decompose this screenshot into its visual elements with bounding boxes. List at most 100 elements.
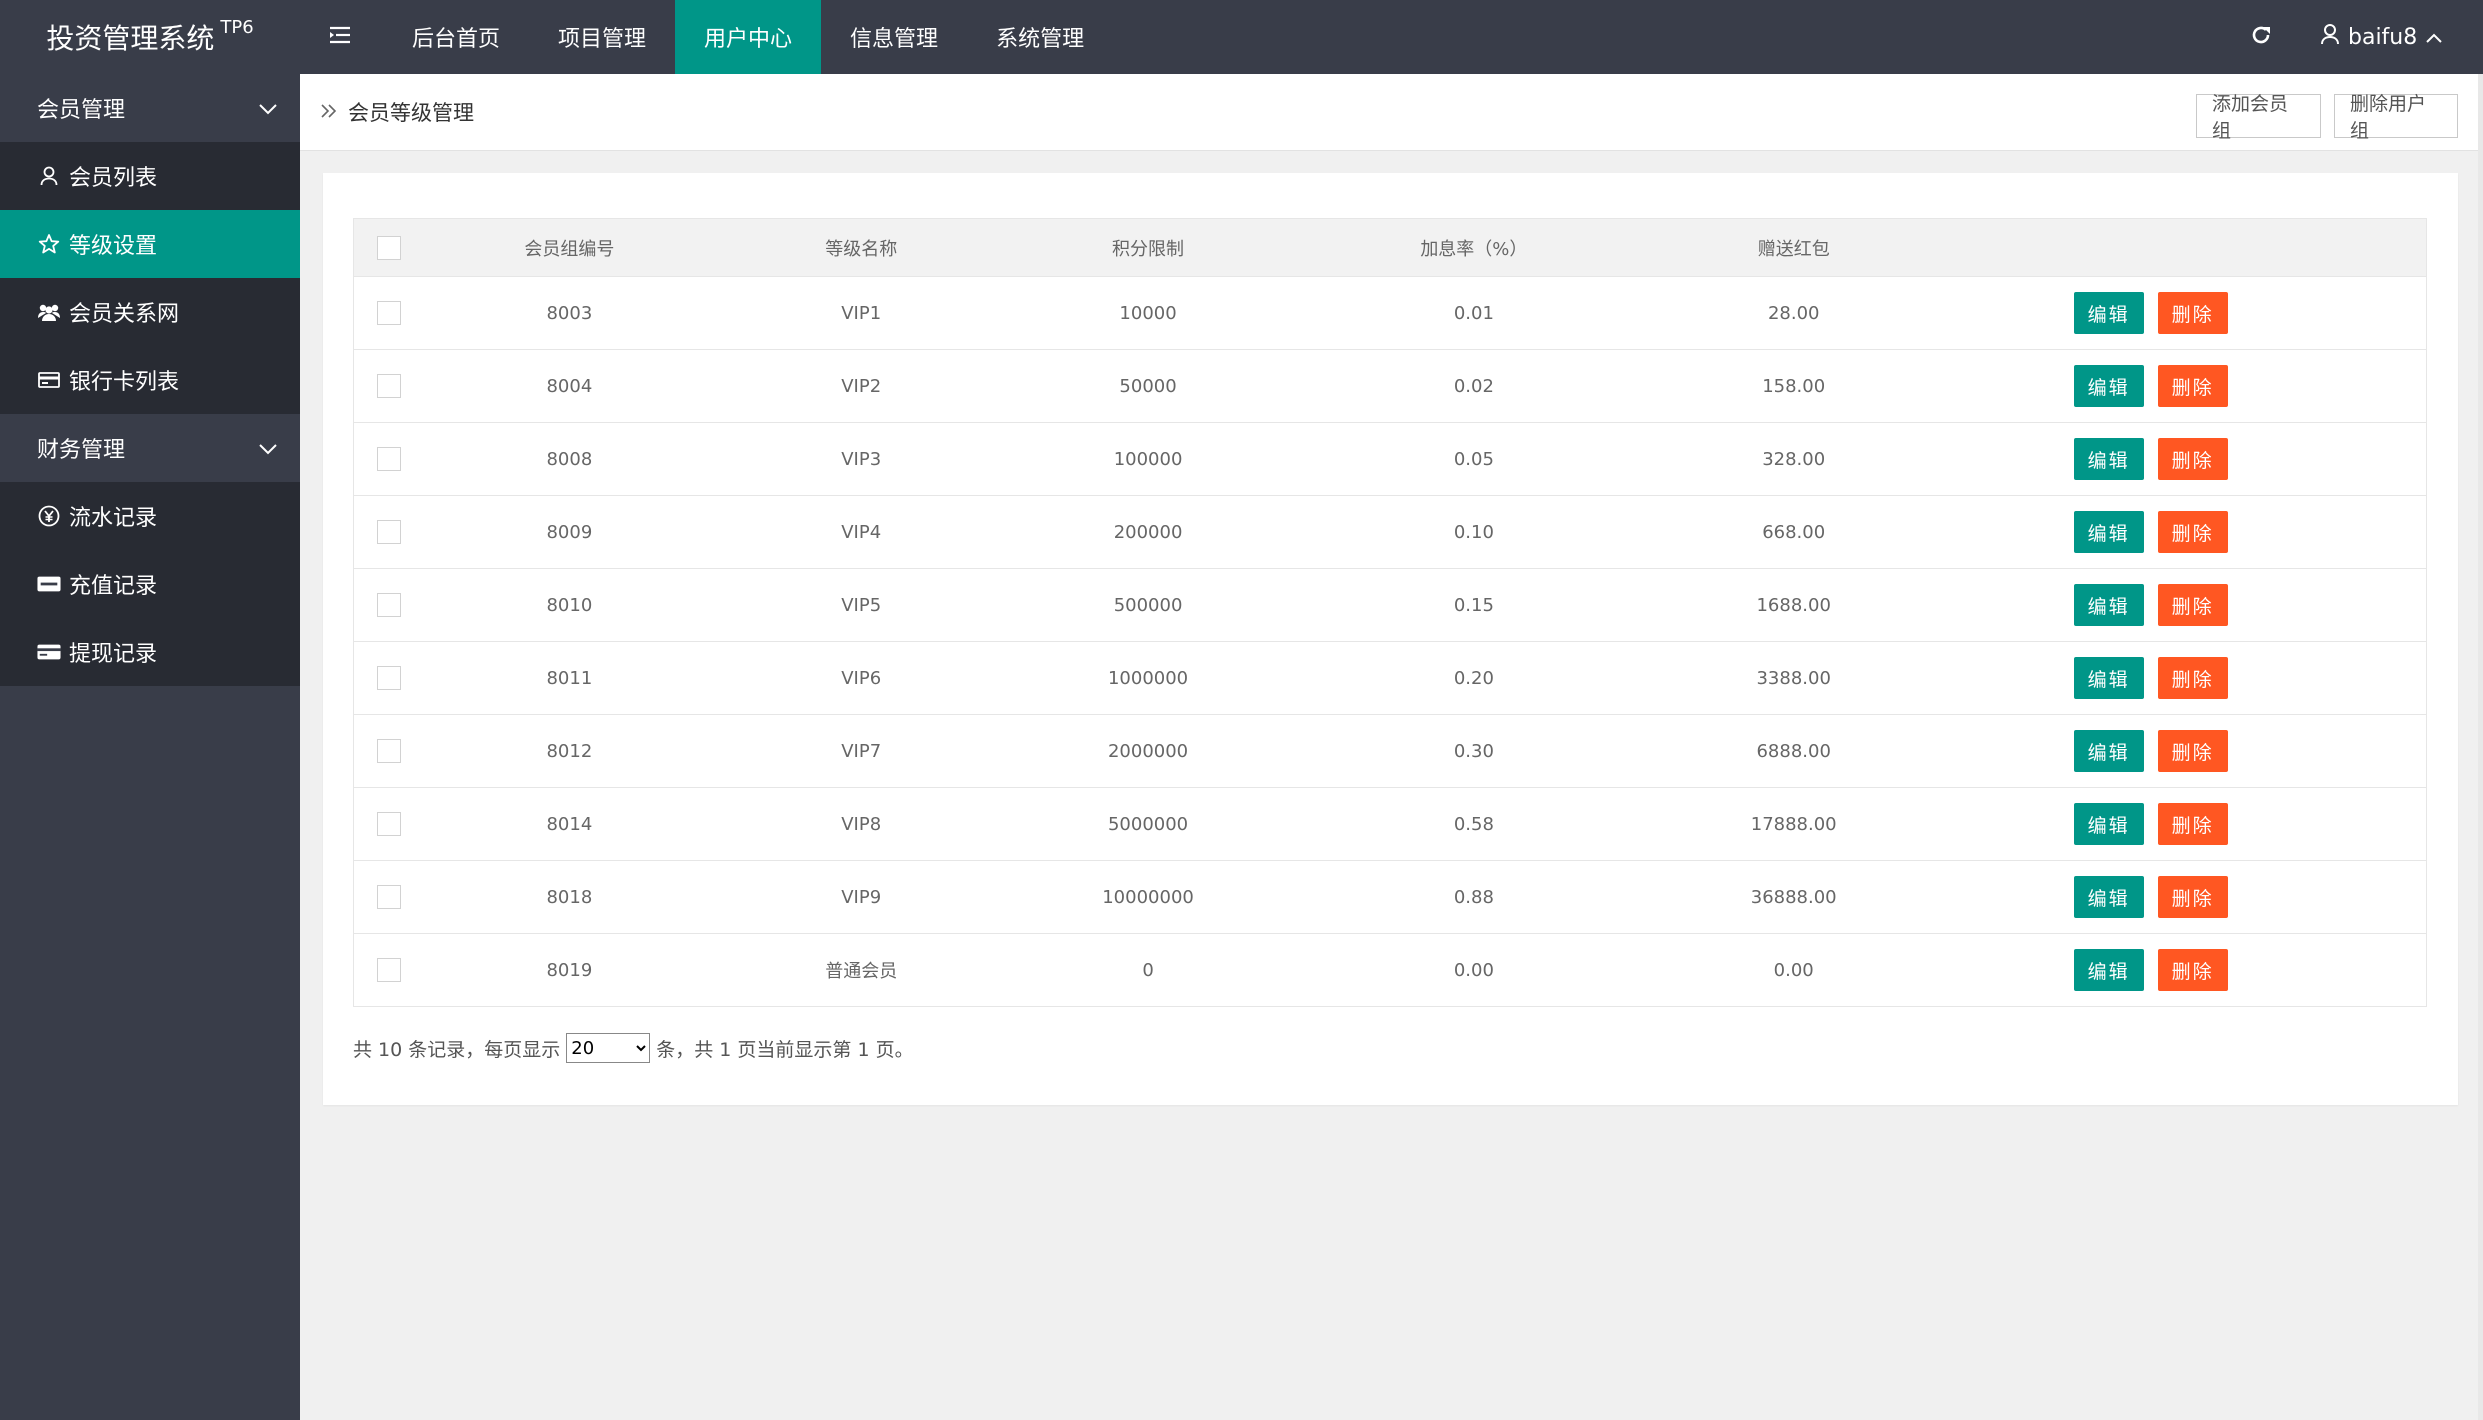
table-row: 8008 VIP3 100000 0.05 328.00 编辑 删除 [353, 422, 2427, 496]
edit-button[interactable]: 编辑 [2073, 730, 2144, 772]
chevron-down-icon [258, 436, 278, 461]
edit-button[interactable]: 编辑 [2073, 511, 2144, 553]
row-checkbox[interactable] [376, 447, 401, 471]
nav-item-system[interactable]: 系统管理 [967, 0, 1113, 74]
refresh-button[interactable] [2230, 0, 2292, 74]
delete-button[interactable]: 删除 [2157, 876, 2228, 918]
sidebar-item-recharges[interactable]: 充值记录 [0, 550, 300, 618]
bonus-cell: 668.00 [1658, 495, 1929, 569]
add-member-group-button[interactable]: 添加会员组 [2196, 93, 2321, 142]
interest-rate-cell: 0.20 [1288, 641, 1659, 715]
points-limit-cell: 0 [1007, 933, 1289, 1007]
row-checkbox[interactable] [376, 812, 401, 836]
row-actions: 编辑 删除 [1928, 495, 2427, 569]
delete-button[interactable]: 删除 [2157, 292, 2228, 334]
level-name-cell: VIP4 [715, 495, 1008, 569]
bonus-cell: 0.00 [1658, 933, 1929, 1007]
interest-rate-cell: 0.58 [1288, 787, 1659, 861]
table-row: 8014 VIP8 5000000 0.58 17888.00 编辑 删除 [353, 787, 2427, 861]
row-checkbox[interactable] [376, 739, 401, 763]
delete-button[interactable]: 删除 [2157, 584, 2228, 626]
group-id-cell: 8011 [423, 641, 716, 715]
nav-item-home[interactable]: 后台首页 [383, 0, 529, 74]
group-id-cell: 8014 [423, 787, 716, 861]
level-name-cell: VIP3 [715, 422, 1008, 496]
sidebar-group-finance[interactable]: 财务管理 [0, 414, 300, 482]
row-actions: 编辑 删除 [1928, 714, 2427, 788]
page-scrollbar[interactable] [2478, 74, 2483, 1420]
edit-button[interactable]: 编辑 [2073, 292, 2144, 334]
points-limit-cell: 100000 [1007, 422, 1289, 496]
bonus-cell: 328.00 [1658, 422, 1929, 496]
table-row: 8004 VIP2 50000 0.02 158.00 编辑 删除 [353, 349, 2427, 423]
nav-item-info[interactable]: 信息管理 [821, 0, 967, 74]
user-menu[interactable]: baifu8 [2320, 0, 2480, 74]
nav-item-user-center[interactable]: 用户中心 [675, 0, 822, 74]
column-header: 等级名称 [715, 218, 1008, 277]
edit-button[interactable]: 编辑 [2073, 584, 2144, 626]
level-name-cell: VIP7 [715, 714, 1008, 788]
breadcrumb-current: 会员等级管理 [348, 101, 474, 125]
top-header: 投资管理系统 TP6 后台首页 项目管理 用户中心 信息管理 系统管理 baif… [0, 0, 2483, 74]
users-icon [37, 300, 61, 324]
row-checkbox[interactable] [376, 885, 401, 909]
sidebar-item-transactions[interactable]: 流水记录 [0, 482, 300, 550]
sidebar-item-bank-cards[interactable]: 银行卡列表 [0, 346, 300, 414]
sidebar-item-label: 会员关系网 [69, 302, 180, 327]
sidebar-item-label: 等级设置 [69, 234, 158, 259]
edit-button[interactable]: 编辑 [2073, 803, 2144, 845]
table-header-row: 会员组编号 等级名称 积分限制 加息率（%） 赠送红包 [353, 218, 2427, 277]
menu-fold-button[interactable] [310, 0, 370, 74]
sidebar-item-level-settings[interactable]: 等级设置 [0, 210, 300, 278]
page-size-select[interactable]: 20 [566, 1033, 651, 1063]
delete-button[interactable]: 删除 [2157, 949, 2228, 991]
delete-button[interactable]: 删除 [2157, 730, 2228, 772]
edit-button[interactable]: 编辑 [2073, 438, 2144, 480]
interest-rate-cell: 0.30 [1288, 714, 1659, 788]
pager-suffix: 条，共 1 页当前显示第 1 页。 [656, 1038, 914, 1061]
row-checkbox[interactable] [376, 958, 401, 982]
delete-user-group-button[interactable]: 删除用户组 [2334, 93, 2458, 142]
row-checkbox[interactable] [376, 374, 401, 398]
select-all-checkbox[interactable] [376, 235, 401, 260]
row-actions: 编辑 删除 [1928, 422, 2427, 496]
sidebar-item-member-list[interactable]: 会员列表 [0, 142, 300, 210]
breadcrumb: 会员等级管理 [320, 74, 474, 150]
card-icon [37, 640, 61, 664]
delete-button[interactable]: 删除 [2157, 803, 2228, 845]
delete-button[interactable]: 删除 [2157, 438, 2228, 480]
sidebar-group-members[interactable]: 会员管理 [0, 74, 300, 142]
pagination: 共 10 条记录，每页显示 20 条，共 1 页当前显示第 1 页。 [353, 1031, 914, 1065]
row-checkbox[interactable] [376, 520, 401, 544]
points-limit-cell: 2000000 [1007, 714, 1289, 788]
group-id-cell: 8004 [423, 349, 716, 423]
app-title: 投资管理系统 [46, 22, 215, 55]
row-actions: 编辑 删除 [1928, 349, 2427, 423]
column-header: 会员组编号 [423, 218, 716, 277]
row-checkbox[interactable] [376, 593, 401, 617]
row-actions: 编辑 删除 [1928, 933, 2427, 1007]
delete-button[interactable]: 删除 [2157, 657, 2228, 699]
delete-button[interactable]: 删除 [2157, 365, 2228, 407]
sidebar-item-member-network[interactable]: 会员关系网 [0, 278, 300, 346]
table-row: 8010 VIP5 500000 0.15 1688.00 编辑 删除 [353, 568, 2427, 642]
column-header-actions [1928, 218, 2427, 277]
pager-prefix: 共 10 条记录，每页显示 [353, 1038, 561, 1061]
sidebar-item-label: 流水记录 [69, 506, 158, 531]
delete-button[interactable]: 删除 [2157, 511, 2228, 553]
level-name-cell: VIP6 [715, 641, 1008, 715]
row-actions: 编辑 删除 [1928, 276, 2427, 350]
nav-item-projects[interactable]: 项目管理 [529, 0, 675, 74]
level-name-cell: VIP1 [715, 276, 1008, 350]
app-logo[interactable]: 投资管理系统 TP6 [0, 0, 300, 74]
row-checkbox[interactable] [376, 301, 401, 325]
edit-button[interactable]: 编辑 [2073, 876, 2144, 918]
row-checkbox[interactable] [376, 666, 401, 690]
level-name-cell: VIP5 [715, 568, 1008, 642]
group-id-cell: 8009 [423, 495, 716, 569]
edit-button[interactable]: 编辑 [2073, 657, 2144, 699]
sidebar-item-withdrawals[interactable]: 提现记录 [0, 618, 300, 686]
edit-button[interactable]: 编辑 [2073, 365, 2144, 407]
user-icon [2320, 23, 2340, 51]
edit-button[interactable]: 编辑 [2073, 949, 2144, 991]
